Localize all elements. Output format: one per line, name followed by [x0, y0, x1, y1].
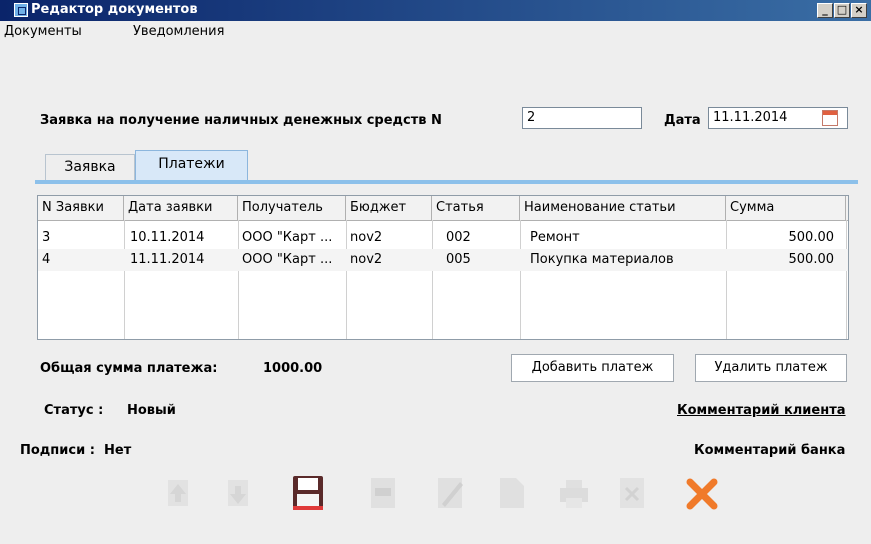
cell-request-date: 11.11.2014: [130, 252, 205, 267]
delete-icon[interactable]: [614, 474, 650, 514]
title-bar: Редактор документов _ □ ×: [0, 0, 871, 21]
document-icon[interactable]: [365, 474, 401, 514]
signatures-label: Подписи :: [20, 443, 95, 458]
document-icon[interactable]: [494, 474, 530, 514]
cell-amount: 500.00: [788, 252, 835, 267]
status-label: Статус :: [44, 403, 104, 418]
cell-recipient: ООО "Карт ...: [242, 252, 333, 267]
minimize-button[interactable]: _: [817, 3, 833, 18]
number-field[interactable]: 2: [522, 107, 642, 129]
delete-payment-button[interactable]: Удалить платеж: [695, 354, 847, 382]
client-comment-link[interactable]: Комментарий клиента: [677, 403, 846, 418]
total-value: 1000.00: [263, 361, 323, 376]
table-header: N Заявки Дата заявки Получатель Бюджет С…: [38, 196, 848, 221]
col-request-number[interactable]: N Заявки: [38, 196, 124, 220]
status-value: Новый: [127, 403, 176, 418]
table-row[interactable]: 4 11.11.2014 ООО "Карт ... nov2 005 Поку…: [38, 249, 848, 271]
tab-underline: [35, 180, 858, 184]
cell-article: 002: [446, 230, 471, 245]
cell-request-date: 10.11.2014: [130, 230, 205, 245]
maximize-button[interactable]: □: [834, 3, 850, 18]
add-payment-button[interactable]: Добавить платеж: [511, 354, 674, 382]
window-title: Редактор документов: [31, 2, 198, 17]
cell-amount: 500.00: [788, 230, 835, 245]
bank-comment-label: Комментарий банка: [694, 443, 846, 458]
date-label: Дата: [664, 113, 701, 128]
col-article[interactable]: Статья: [432, 196, 520, 220]
cell-recipient: ООО "Карт ...: [242, 230, 333, 245]
calendar-icon[interactable]: [822, 110, 838, 126]
menu-documents[interactable]: Документы: [4, 24, 82, 39]
tab-request[interactable]: Заявка: [45, 154, 135, 180]
date-value: 11.11.2014: [713, 110, 788, 125]
total-label: Общая сумма платежа:: [40, 361, 218, 376]
close-button[interactable]: ×: [851, 3, 867, 18]
payments-table: N Заявки Дата заявки Получатель Бюджет С…: [37, 195, 849, 340]
menu-bar: Документы Уведомления: [0, 21, 871, 43]
col-budget[interactable]: Бюджет: [346, 196, 432, 220]
cell-article-name: Покупка материалов: [530, 252, 674, 267]
tab-payments-label: Платежи: [158, 156, 225, 172]
col-amount[interactable]: Сумма: [726, 196, 846, 220]
cell-budget: nov2: [350, 252, 383, 267]
col-request-date[interactable]: Дата заявки: [124, 196, 238, 220]
cell-request-number: 4: [42, 252, 51, 267]
arrow-down-icon[interactable]: [220, 474, 256, 514]
tab-payments[interactable]: Платежи: [135, 150, 248, 180]
table-row[interactable]: 3 10.11.2014 ООО "Карт ... nov2 002 Ремо…: [38, 227, 848, 249]
cell-article-name: Ремонт: [530, 230, 580, 245]
col-recipient[interactable]: Получатель: [238, 196, 346, 220]
menu-notifications[interactable]: Уведомления: [133, 24, 224, 39]
print-icon[interactable]: [556, 474, 592, 514]
edit-icon[interactable]: [432, 474, 468, 514]
arrow-up-icon[interactable]: [160, 474, 196, 514]
tab-request-label: Заявка: [64, 159, 116, 175]
close-icon[interactable]: [684, 474, 720, 514]
app-icon: [14, 3, 28, 17]
cell-request-number: 3: [42, 230, 51, 245]
form-heading: Заявка на получение наличных денежных ср…: [40, 113, 442, 128]
cell-article: 005: [446, 252, 471, 267]
save-icon[interactable]: [290, 474, 326, 514]
col-article-name[interactable]: Наименование статьи: [520, 196, 726, 220]
cell-budget: nov2: [350, 230, 383, 245]
signatures-value: Нет: [104, 443, 132, 458]
